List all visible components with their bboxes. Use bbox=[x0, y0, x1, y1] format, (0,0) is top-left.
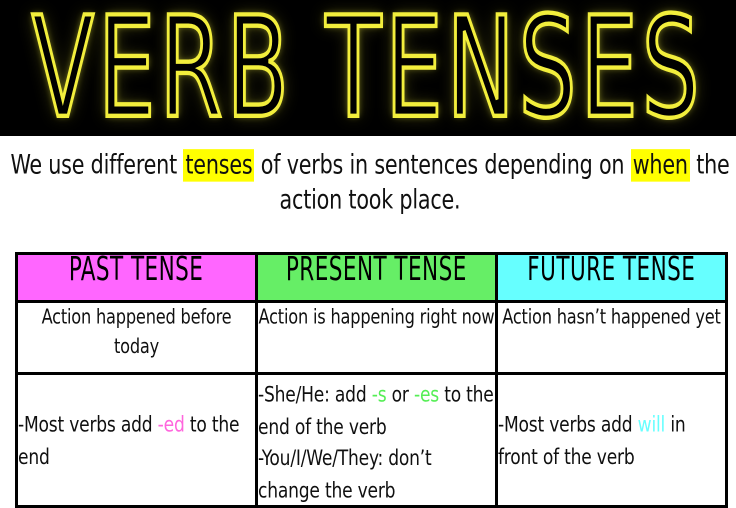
rule-text-token: -You/I/We/They: don’t change the verb bbox=[258, 446, 432, 503]
rule-text-token: or bbox=[386, 382, 414, 407]
rule-cell-past: -Most verbs add -ed to the end bbox=[15, 372, 258, 508]
rule-accent-token: -es bbox=[413, 382, 439, 407]
intro-highlight-when: when bbox=[630, 149, 690, 182]
rule-future-text: -Most verbs add will in front of the ver… bbox=[498, 409, 725, 473]
column-header-future: FUTURE TENSE bbox=[495, 251, 728, 303]
definition-present-text: Action is happening right now bbox=[258, 305, 495, 330]
intro-paragraph: We use different tenses of verbs in sent… bbox=[0, 136, 736, 217]
column-header-future-label: FUTURE TENSE bbox=[527, 251, 696, 289]
column-header-past: PAST TENSE bbox=[15, 251, 258, 303]
page-title: VERB TENSES bbox=[31, 0, 704, 136]
table-definition-row: Action happened before today Action is h… bbox=[15, 300, 728, 375]
definition-cell-future: Action hasn’t happened yet bbox=[495, 300, 728, 375]
rule-text-token: -She/He: add bbox=[258, 382, 372, 407]
rule-cell-present: -She/He: add -s or -es to the end of the… bbox=[255, 372, 498, 508]
rule-accent-token: will bbox=[637, 412, 666, 437]
definition-past-text: Action happened before today bbox=[41, 305, 232, 359]
table-rule-row: -Most verbs add -ed to the end -She/He: … bbox=[15, 372, 728, 508]
intro-part-2: of verbs in sentences depending on bbox=[254, 150, 631, 181]
rule-accent-token: -s bbox=[371, 382, 387, 407]
rule-past-text: -Most verbs add -ed to the end bbox=[18, 409, 255, 473]
rule-text-token: -Most verbs add bbox=[498, 412, 638, 437]
rule-accent-token: -ed bbox=[157, 412, 185, 437]
intro-highlight-tenses: tenses bbox=[183, 149, 255, 182]
column-header-present-label: PRESENT TENSE bbox=[286, 251, 467, 289]
column-header-past-label: PAST TENSE bbox=[69, 251, 204, 289]
definition-cell-past: Action happened before today bbox=[15, 300, 258, 375]
table-header-row: PAST TENSE PRESENT TENSE FUTURE TENSE bbox=[15, 251, 728, 303]
rule-text-token: -Most verbs add bbox=[18, 412, 158, 437]
column-header-present: PRESENT TENSE bbox=[255, 251, 498, 303]
definition-future-text: Action hasn’t happened yet bbox=[502, 305, 721, 330]
rule-present-text: -She/He: add -s or -es to the end of the… bbox=[258, 379, 495, 507]
intro-text: We use different tenses of verbs in sent… bbox=[6, 148, 734, 218]
title-banner: VERB TENSES bbox=[0, 0, 736, 136]
definition-cell-present: Action is happening right now bbox=[255, 300, 498, 375]
verb-tenses-table: PAST TENSE PRESENT TENSE FUTURE TENSE Ac… bbox=[15, 251, 728, 508]
intro-part-1: We use different bbox=[10, 150, 184, 181]
rule-cell-future: -Most verbs add will in front of the ver… bbox=[495, 372, 728, 508]
